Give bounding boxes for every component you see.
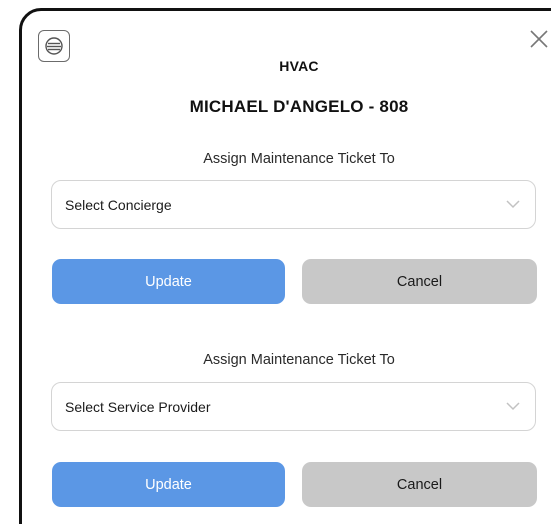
modal-title: HVAC (279, 58, 319, 74)
service-provider-select-value: Select Service Provider (65, 398, 211, 415)
close-icon[interactable] (527, 27, 551, 51)
list-icon-glyph (45, 37, 63, 55)
concierge-cancel-button[interactable]: Cancel (302, 259, 537, 304)
concierge-section-label: Assign Maintenance Ticket To (203, 151, 395, 167)
resident-name: MICHAEL D'ANGELO - 808 (189, 97, 409, 116)
provider-update-button[interactable]: Update (52, 462, 285, 507)
provider-cancel-button[interactable]: Cancel (302, 462, 537, 507)
app-frame: HVAC MICHAEL D'ANGELO - 808 Assign Maint… (0, 0, 551, 524)
chevron-down-icon (506, 200, 520, 209)
concierge-select-value: Select Concierge (65, 196, 172, 213)
chevron-down-icon (506, 402, 520, 411)
concierge-select[interactable]: Select Concierge (51, 180, 536, 229)
close-icon-glyph (530, 30, 548, 48)
service-provider-select[interactable]: Select Service Provider (51, 382, 536, 431)
provider-section-label: Assign Maintenance Ticket To (203, 352, 395, 368)
concierge-update-button[interactable]: Update (52, 259, 285, 304)
